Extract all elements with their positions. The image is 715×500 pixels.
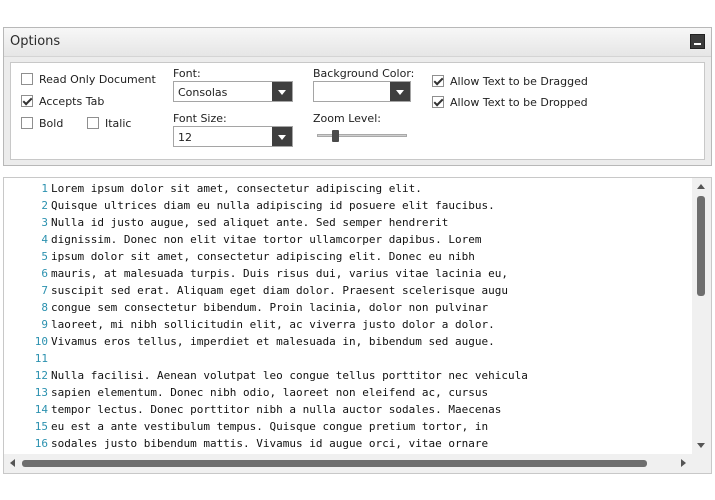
scroll-right-icon[interactable]	[681, 459, 686, 467]
line-number: 6	[41, 267, 48, 280]
chevron-down-icon[interactable]	[272, 127, 292, 146]
font-size-select-value: 12	[178, 131, 192, 144]
line-number: 15	[34, 420, 48, 433]
line-number: 10	[34, 335, 48, 348]
line-text[interactable]: mauris, at malesuada turpis. Duis risus …	[51, 265, 508, 282]
line-text[interactable]: tempor lectus. Donec porttitor nibh a nu…	[51, 401, 501, 418]
italic-label: Italic	[105, 116, 132, 130]
bold-checkbox-box[interactable]	[21, 117, 33, 129]
options-title: Options	[10, 34, 61, 49]
collapse-button[interactable]	[690, 34, 705, 49]
background-color-label: Background Color:	[313, 67, 415, 80]
line-text[interactable]: Nulla id justo augue, sed aliquet ante. …	[51, 214, 448, 231]
code-line[interactable]: 7 suscipit sed erat. Aliquam eget diam do…	[4, 282, 692, 299]
line-number: 4	[41, 233, 48, 246]
line-text[interactable]: Lorem ipsum dolor sit amet, consectetur …	[51, 180, 422, 197]
zoom-slider-thumb[interactable]	[332, 130, 339, 142]
line-text[interactable]: sapien elementum. Donec nibh odio, laore…	[51, 384, 488, 401]
zoom-level-label: Zoom Level:	[313, 112, 381, 125]
line-number: 16	[34, 437, 48, 450]
line-text[interactable]: congue sem consectetur bibendum. Proin l…	[51, 299, 488, 316]
code-line[interactable]: 12 Nulla facilisi. Aenean volutpat leo co…	[4, 367, 692, 384]
vertical-scroll-thumb[interactable]	[697, 196, 705, 296]
line-number: 3	[41, 216, 48, 229]
bold-label: Bold	[39, 116, 64, 130]
font-size-select[interactable]: 12	[173, 126, 293, 147]
italic-checkbox[interactable]: Italic	[87, 115, 131, 131]
scroll-left-icon[interactable]	[10, 459, 15, 467]
code-line[interactable]: 10 Vivamus eros tellus, imperdiet et male…	[4, 333, 692, 350]
scroll-down-icon[interactable]	[697, 443, 705, 448]
allow-drag-label: Allow Text to be Dragged	[450, 74, 588, 88]
code-line[interactable]: 13 sapien elementum. Donec nibh odio, lao…	[4, 384, 692, 401]
code-line[interactable]: 2 Quisque ultrices diam eu nulla adipisci…	[4, 197, 692, 214]
horizontal-scroll-thumb[interactable]	[22, 460, 647, 467]
chevron-down-icon[interactable]	[390, 82, 410, 101]
code-line[interactable]: 16 sodales justo bibendum mattis. Vivamus…	[4, 435, 692, 452]
code-line[interactable]: 11	[4, 350, 692, 367]
accepts-tab-checkbox-box[interactable]	[21, 95, 33, 107]
line-number: 2	[41, 199, 48, 212]
bold-checkbox[interactable]: Bold	[21, 115, 63, 131]
allow-drag-checkbox[interactable]: Allow Text to be Dragged	[432, 73, 588, 89]
options-header: Options	[4, 28, 711, 57]
font-select[interactable]: Consolas	[173, 81, 293, 102]
code-line[interactable]: 9 laoreet, mi nibh sollicitudin elit, ac …	[4, 316, 692, 333]
allow-drop-checkbox[interactable]: Allow Text to be Dropped	[432, 94, 588, 110]
line-number: 12	[34, 369, 48, 382]
line-text[interactable]: Quisque ultrices diam eu nulla adipiscin…	[51, 197, 495, 214]
line-number: 14	[34, 403, 48, 416]
code-line[interactable]: 3 Nulla id justo augue, sed aliquet ante.…	[4, 214, 692, 231]
line-text[interactable]: Vivamus eros tellus, imperdiet et malesu…	[51, 333, 495, 350]
font-size-label: Font Size:	[173, 112, 227, 125]
code-line[interactable]: 8 congue sem consectetur bibendum. Proin …	[4, 299, 692, 316]
allow-drag-checkbox-box[interactable]	[432, 75, 444, 87]
text-editor[interactable]: 1 Lorem ipsum dolor sit amet, consectetur…	[3, 177, 712, 474]
scroll-up-icon[interactable]	[697, 184, 705, 189]
code-line[interactable]: 14 tempor lectus. Donec porttitor nibh a …	[4, 401, 692, 418]
options-panel: Options Read Only Document Accepts Tab B…	[3, 27, 712, 166]
line-text[interactable]: laoreet, mi nibh sollicitudin elit, ac v…	[51, 316, 495, 333]
options-body: Read Only Document Accepts Tab Bold Ital…	[10, 62, 705, 160]
line-number: 1	[41, 182, 48, 195]
line-text[interactable]: sodales justo bibendum mattis. Vivamus i…	[51, 435, 488, 452]
line-text[interactable]: eu est a ante vestibulum tempus. Quisque…	[51, 418, 488, 435]
vertical-scrollbar[interactable]	[692, 178, 711, 454]
allow-drop-checkbox-box[interactable]	[432, 96, 444, 108]
chevron-down-icon[interactable]	[272, 82, 292, 101]
code-line[interactable]: 15 eu est a ante vestibulum tempus. Quisq…	[4, 418, 692, 435]
code-line[interactable]: 4 dignissim. Donec non elit vitae tortor …	[4, 231, 692, 248]
code-line[interactable]: 5 ipsum dolor sit amet, consectetur adipi…	[4, 248, 692, 265]
line-number: 8	[41, 301, 48, 314]
line-text[interactable]: dignissim. Donec non elit vitae tortor u…	[51, 231, 481, 248]
accepts-tab-label: Accepts Tab	[39, 94, 105, 108]
allow-drop-label: Allow Text to be Dropped	[450, 95, 588, 109]
background-color-select[interactable]	[313, 81, 411, 102]
read-only-checkbox[interactable]: Read Only Document	[21, 71, 156, 87]
italic-checkbox-box[interactable]	[87, 117, 99, 129]
accepts-tab-checkbox[interactable]: Accepts Tab	[21, 93, 104, 109]
line-number: 5	[41, 250, 48, 263]
line-text[interactable]: ipsum dolor sit amet, consectetur adipis…	[51, 248, 475, 265]
code-line[interactable]: 1 Lorem ipsum dolor sit amet, consectetur…	[4, 180, 692, 197]
line-text[interactable]: suscipit sed erat. Aliquam eget diam dol…	[51, 282, 508, 299]
horizontal-scrollbar[interactable]	[4, 454, 692, 473]
editor-lines[interactable]: 1 Lorem ipsum dolor sit amet, consectetur…	[4, 178, 692, 454]
line-number: 13	[34, 386, 48, 399]
zoom-slider-track[interactable]	[317, 134, 407, 137]
read-only-label: Read Only Document	[39, 72, 156, 86]
line-number: 11	[34, 352, 48, 365]
line-number: 7	[41, 284, 48, 297]
line-number: 9	[41, 318, 48, 331]
font-select-value: Consolas	[178, 86, 228, 99]
font-label: Font:	[173, 67, 201, 80]
read-only-checkbox-box[interactable]	[21, 73, 33, 85]
line-text[interactable]: Nulla facilisi. Aenean volutpat leo cong…	[51, 367, 528, 384]
code-line[interactable]: 6 mauris, at malesuada turpis. Duis risus…	[4, 265, 692, 282]
scrollbar-corner	[692, 454, 711, 473]
